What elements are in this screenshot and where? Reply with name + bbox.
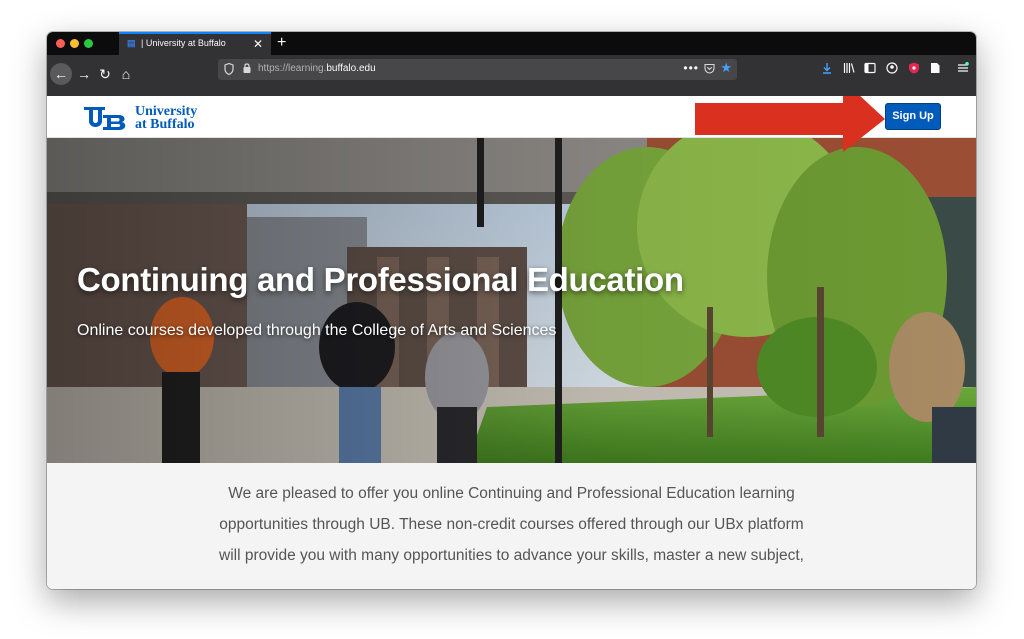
tab-university-at-buffalo[interactable]: ▤ | University at Buffalo ✕	[119, 32, 271, 55]
home-button[interactable]: ⌂	[115, 63, 137, 85]
campus-photo	[47, 137, 976, 463]
tab-close-icon[interactable]: ✕	[253, 37, 263, 51]
ub-favicon-icon: ▤	[127, 38, 136, 48]
intro-text-line: We are pleased to offer you online Conti…	[228, 485, 795, 502]
reload-button[interactable]: ↻	[94, 63, 116, 85]
hero-title: Continuing and Professional Education	[77, 261, 684, 298]
library-icon[interactable]	[843, 62, 855, 74]
sidebar-icon[interactable]	[864, 62, 876, 74]
annotation-arrow-icon	[695, 96, 885, 152]
ub-logo-mark-icon	[84, 107, 126, 130]
bookmark-star-icon[interactable]: ★	[720, 61, 732, 75]
url-text[interactable]: https://learning.buffalo.edu	[258, 63, 376, 74]
site-header: University at Buffalo Sign Up	[47, 96, 976, 152]
pocket-icon[interactable]	[704, 63, 715, 74]
ub-logo-text: University at Buffalo	[135, 104, 198, 132]
reader-icon[interactable]	[929, 62, 941, 74]
extension-icon[interactable]	[908, 62, 920, 74]
intro-section: We are pleased to offer you online Conti…	[47, 463, 976, 589]
web-page: Continuing and Professional Education On…	[47, 96, 976, 589]
menu-icon[interactable]	[957, 62, 969, 74]
nav-toolbar: ← → ↻ ⌂ https://learning.buffalo.edu •••…	[47, 55, 976, 96]
maximize-window-button[interactable]	[84, 39, 93, 48]
new-tab-button[interactable]: +	[277, 33, 286, 53]
account-icon[interactable]	[886, 62, 898, 74]
lock-icon[interactable]	[242, 62, 252, 74]
download-icon[interactable]	[821, 62, 833, 74]
shield-icon[interactable]	[224, 63, 234, 75]
back-button[interactable]: ←	[50, 63, 72, 85]
intro-text-line: opportunities through UB. These non-cred…	[219, 516, 804, 533]
hero-subtitle: Online courses developed through the Col…	[77, 322, 557, 339]
intro-text-line: will provide you with many opportunities…	[219, 547, 804, 564]
hero-banner: Continuing and Professional Education On…	[47, 137, 976, 463]
browser-window: ▤ | University at Buffalo ✕ + ← → ↻ ⌂ ht…	[47, 32, 976, 589]
tab-title: | University at Buffalo	[141, 38, 226, 48]
page-actions-icon[interactable]: •••	[683, 61, 699, 75]
url-bar[interactable]: https://learning.buffalo.edu ••• ★	[218, 59, 737, 80]
tab-strip: ▤ | University at Buffalo ✕ +	[47, 32, 976, 55]
sign-up-button[interactable]: Sign Up	[885, 103, 941, 130]
minimize-window-button[interactable]	[70, 39, 79, 48]
close-window-button[interactable]	[56, 39, 65, 48]
forward-button[interactable]: →	[73, 63, 95, 85]
